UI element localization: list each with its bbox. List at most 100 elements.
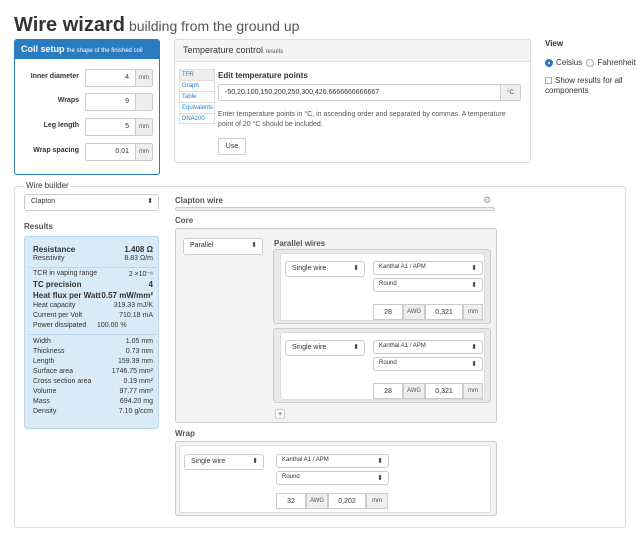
coil-setup-title: Coil setup: [21, 44, 65, 54]
result-key: Thickness: [33, 348, 65, 355]
wrap-mm-unit: mm: [366, 493, 388, 509]
wrap-shape-select[interactable]: Round ⬍: [276, 471, 389, 485]
inner-diameter-label: Inner diameter: [30, 73, 79, 80]
edit-temperature-label: Edit temperature points: [218, 71, 308, 80]
leg-length-row: Leg length 5 mm: [15, 118, 159, 136]
wire-1-material-select[interactable]: Kanthal A1 / APM ⬍: [373, 261, 483, 275]
tab-dna200[interactable]: DNA200: [179, 113, 215, 124]
result-value: 1746.75 mm²: [111, 368, 153, 375]
celsius-label: Celsius: [556, 58, 583, 67]
wraps-input[interactable]: 9: [85, 93, 135, 111]
tab-equivalents[interactable]: Equivalents: [179, 102, 215, 113]
wire-2-type-select[interactable]: Single wire ⬍: [285, 340, 365, 356]
wire-2-awg-label: AWG: [403, 383, 425, 399]
result-value: 97.77 mm³: [119, 388, 153, 395]
result-heat-capacity: Heat capacity 319.33 mJ/K: [33, 302, 153, 311]
leg-length-input[interactable]: 5: [85, 118, 135, 136]
result-key: Power dissipated: [33, 322, 87, 329]
result-thickness: Thickness 0.73 mm: [33, 348, 153, 357]
select-caret-icon: ⬍: [471, 344, 477, 351]
wire-2-shape-select[interactable]: Round ⬍: [373, 357, 483, 371]
core-type-select[interactable]: Parallel ⬍: [183, 238, 263, 255]
results-panel: Resistance 1.408 Ω Resistivity 8.83 Ω/m TC…: [24, 236, 159, 429]
parallel-wire-1: Single wire ⬍ Kanthal A1 / APM ⬍ Round ⬍ 28…: [273, 249, 491, 324]
result-key: Width: [33, 338, 51, 345]
wraps-row: Wraps 9: [15, 93, 159, 111]
wrap-type-value: Single wire: [191, 458, 226, 465]
wire-1-shape-select[interactable]: Round ⬍: [373, 278, 483, 292]
wrap-wire-card: Single wire ⬍ Kanthal A1 / APM ⬍ Round ⬍ 32…: [179, 445, 491, 513]
unit-radio-group: Celsius Fahrenheit: [545, 58, 636, 67]
result-value: 0.57 mW/mm²: [101, 291, 153, 300]
tab-tfr[interactable]: TFR: [179, 69, 215, 80]
parallel-wire-2: Single wire ⬍ Kanthal A1 / APM ⬍ Round ⬍ 28…: [273, 328, 491, 403]
wire-1-mm-input[interactable]: 0,321: [425, 304, 463, 320]
wire-card: Single wire ⬍ Kanthal A1 / APM ⬍ Round ⬍ 28…: [280, 253, 485, 321]
wire-2-awg-input[interactable]: 28: [373, 383, 403, 399]
wire-type-value: Clapton: [31, 198, 56, 205]
wire-2-shape-value: Round: [379, 360, 397, 366]
result-value: 100.00 %: [97, 322, 127, 329]
wire-2-type-value: Single wire: [292, 344, 327, 351]
result-key: TCR in vaping range: [33, 270, 98, 277]
wire-1-awg-input[interactable]: 28: [373, 304, 403, 320]
result-density: Density 7.10 g/ccm: [33, 408, 153, 417]
wire-2-material-value: Kanthal A1 / APM: [379, 343, 426, 349]
result-volume: Volume 97.77 mm³: [33, 388, 153, 397]
result-key: Length: [33, 358, 55, 365]
wire-2-mm-input[interactable]: 0,321: [425, 383, 463, 399]
wrap-mm-input[interactable]: 0,202: [328, 493, 366, 509]
result-width: Width 1.05 mm: [33, 338, 153, 347]
temperature-control-title: Temperature control: [183, 45, 264, 55]
temperature-points-input[interactable]: -50,20,100,150,200,250,300,426.666666666…: [218, 84, 500, 101]
tab-graph[interactable]: Graph: [179, 80, 215, 91]
result-tcr: TCR in vaping range 2 ×10⁻⁶: [33, 270, 153, 279]
view-heading: View: [545, 39, 564, 48]
fahrenheit-radio[interactable]: [586, 58, 595, 67]
result-power: Power dissipated 100.00 %: [33, 322, 153, 331]
wrap-spacing-row: Wrap spacing 0.01 mm: [15, 143, 159, 161]
use-button[interactable]: Use: [218, 138, 246, 155]
select-caret-icon: ⬍: [471, 361, 477, 368]
leg-length-unit: mm: [135, 118, 153, 136]
result-mass: Mass 694.20 mg: [33, 398, 153, 407]
celsius-radio[interactable]: [545, 58, 553, 67]
result-key: Heat flux per Watt: [33, 291, 101, 300]
parallel-wires-heading: Parallel wires: [274, 239, 326, 248]
result-key: Resistance: [33, 245, 76, 254]
wrap-spacing-input[interactable]: 0.01: [85, 143, 135, 161]
result-value: 4: [148, 280, 153, 289]
result-key: Mass: [33, 398, 50, 405]
inner-diameter-input[interactable]: 4: [85, 69, 135, 87]
wire-type-select[interactable]: Clapton ⬍: [24, 194, 159, 211]
temperature-tabs: TFR Graph Table Equivalents DNA200: [179, 69, 215, 124]
select-caret-icon: ⬍: [471, 282, 477, 289]
select-caret-icon: ⬍: [252, 458, 258, 465]
wrap-heading: Wrap: [175, 429, 195, 438]
result-value: 0.73 mm: [125, 348, 153, 355]
result-value: 7.10 g/ccm: [118, 408, 153, 415]
result-value: 159.39 mm: [117, 358, 153, 365]
gear-icon[interactable]: ⚙: [483, 195, 491, 206]
select-caret-icon: ⬍: [471, 265, 477, 272]
wrap-type-select[interactable]: Single wire ⬍: [184, 454, 264, 470]
wrap-material-select[interactable]: Kanthal A1 / APM ⬍: [276, 454, 389, 468]
tab-table[interactable]: Table: [179, 91, 215, 102]
show-all-checkbox[interactable]: [545, 77, 552, 85]
result-key: Resistivity: [33, 255, 65, 262]
wrap-panel: Single wire ⬍ Kanthal A1 / APM ⬍ Round ⬍ 32…: [175, 441, 497, 516]
clapton-wire-title: Clapton wire: [175, 196, 224, 205]
result-length: Length 159.39 mm: [33, 358, 153, 367]
title-text: Wire wizard: [14, 14, 125, 36]
wrap-awg-input[interactable]: 32: [276, 493, 306, 509]
show-all-label: Show results for all components: [545, 76, 623, 95]
result-value: 1.05 mm: [125, 338, 153, 345]
add-wire-button[interactable]: +: [275, 409, 285, 419]
result-key: Density: [33, 408, 57, 415]
result-key: Cross section area: [33, 378, 92, 385]
wire-2-material-select[interactable]: Kanthal A1 / APM ⬍: [373, 340, 483, 354]
collapse-bar: [175, 207, 495, 211]
select-caret-icon: ⬍: [147, 198, 153, 205]
wire-1-type-select[interactable]: Single wire ⬍: [285, 261, 365, 277]
result-cross-section: Cross section area 0.19 mm²: [33, 378, 153, 387]
